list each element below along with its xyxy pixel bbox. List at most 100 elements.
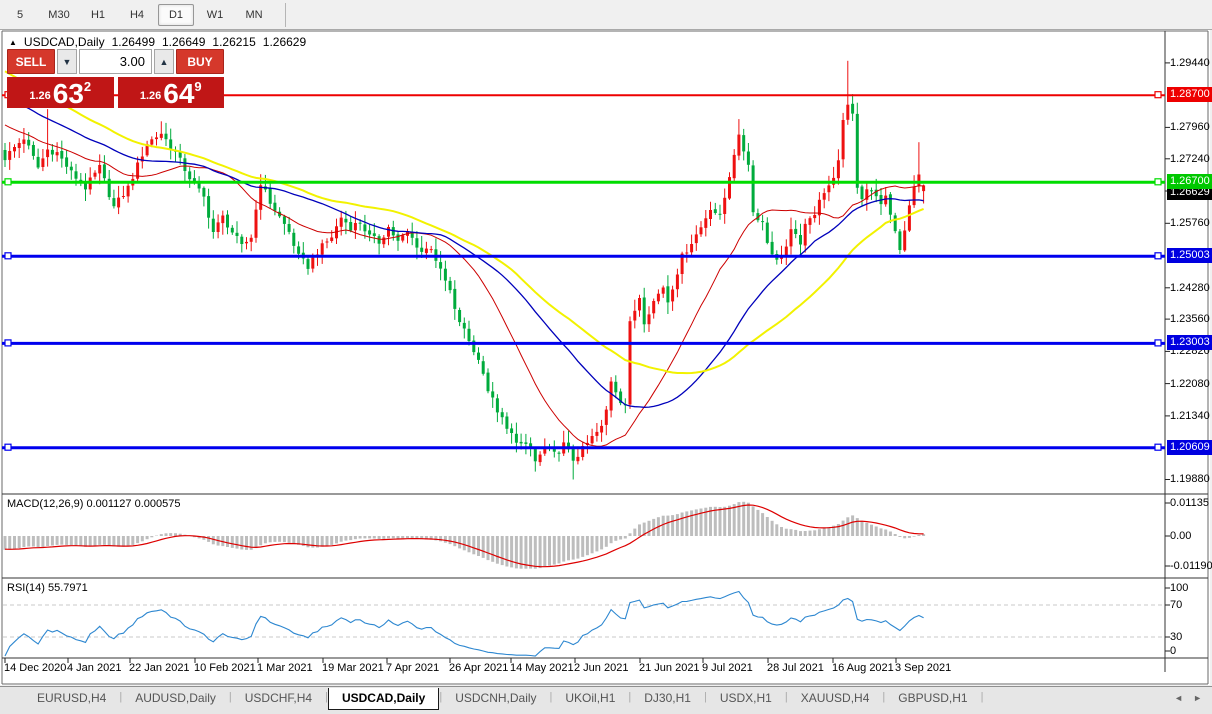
- candle: [619, 389, 622, 406]
- date-tick-label: 10 Feb 2021: [194, 662, 256, 674]
- macd-indicator-label: MACD(12,26,9) 0.001127 0.000575: [7, 498, 180, 510]
- candle: [676, 269, 679, 298]
- candle: [250, 235, 253, 252]
- tab-scroll-right-icon[interactable]: ►: [1193, 693, 1202, 703]
- tab-usdcnh-daily[interactable]: USDCNH,Daily: [442, 688, 549, 709]
- volume-down-button[interactable]: ▼: [57, 49, 77, 74]
- candle: [723, 189, 726, 224]
- candle: [255, 200, 258, 243]
- candle: [155, 132, 158, 146]
- tab-xauusd-h4[interactable]: XAUUSD,H4: [788, 688, 883, 709]
- candle: [245, 237, 248, 249]
- timeframe-button-mn[interactable]: MN: [236, 4, 272, 26]
- candle: [165, 123, 168, 146]
- candle: [136, 157, 139, 183]
- candle: [141, 147, 144, 169]
- candle: [756, 209, 759, 223]
- line-handle: [1155, 253, 1161, 259]
- candle: [823, 188, 826, 208]
- candle: [174, 146, 177, 162]
- date-tick-label: 22 Jan 2021: [129, 662, 190, 674]
- sell-price-display[interactable]: 1.26 63 2: [7, 77, 114, 108]
- rsi-line: [5, 592, 924, 657]
- tab-eurusd-h4[interactable]: EURUSD,H4: [24, 688, 119, 709]
- candle: [633, 300, 636, 329]
- window-borders: [2, 31, 1208, 684]
- tab-ukoil-h1[interactable]: UKOil,H1: [552, 688, 628, 709]
- date-tick-label: 14 Dec 2020: [4, 662, 66, 674]
- date-tick-label: 3 Sep 2021: [895, 662, 951, 674]
- tab-usdcad-daily[interactable]: USDCAD,Daily: [328, 688, 439, 710]
- timeframe-button-m30[interactable]: M30: [41, 4, 77, 26]
- macd-histogram: [5, 502, 924, 569]
- timeframe-button-w1[interactable]: W1: [197, 4, 233, 26]
- candle: [226, 210, 229, 234]
- candle: [894, 213, 897, 234]
- date-tick-label: 4 Jan 2021: [67, 662, 121, 674]
- tab-audusd-daily[interactable]: AUDUSD,Daily: [122, 688, 229, 709]
- timeframe-button-h4[interactable]: H4: [119, 4, 155, 26]
- candle: [183, 154, 186, 182]
- sell-button[interactable]: SELL: [7, 49, 55, 74]
- toolbar-separator: [285, 3, 286, 27]
- candle: [524, 434, 527, 454]
- buy-button[interactable]: BUY: [176, 49, 224, 74]
- candle: [236, 221, 239, 243]
- candle: [539, 451, 542, 466]
- volume-input[interactable]: [79, 49, 152, 74]
- candle: [179, 144, 182, 165]
- horizontal-line-1.23003[interactable]: [2, 340, 1165, 346]
- candle: [913, 175, 916, 208]
- candle: [56, 142, 59, 161]
- candle: [302, 242, 305, 264]
- rsi-axis-label: 70: [1170, 599, 1182, 611]
- candle: [127, 183, 130, 203]
- buy-price-display[interactable]: 1.26 64 9: [118, 77, 225, 108]
- horizontal-line-1.25003[interactable]: [2, 253, 1165, 259]
- tab-dj30-h1[interactable]: DJ30,H1: [631, 688, 704, 709]
- candle: [652, 299, 655, 319]
- candle: [851, 94, 854, 121]
- timeframe-button-d1[interactable]: D1: [158, 4, 194, 26]
- tab-usdchf-h4[interactable]: USDCHF,H4: [232, 688, 325, 709]
- sell-price-point: 2: [84, 79, 91, 94]
- candle: [65, 150, 68, 174]
- collapse-icon[interactable]: ▲: [9, 38, 17, 47]
- candle: [700, 221, 703, 237]
- volume-up-button[interactable]: ▲: [154, 49, 174, 74]
- candle: [837, 149, 840, 184]
- candle: [614, 375, 617, 398]
- candle: [638, 295, 641, 317]
- candle: [430, 246, 433, 253]
- candle: [785, 239, 788, 265]
- candle: [349, 216, 352, 232]
- candle: [207, 189, 210, 229]
- tab-scroll-left-icon[interactable]: ◄: [1174, 693, 1183, 703]
- candle: [771, 232, 774, 256]
- candle: [387, 225, 390, 246]
- timeframe-button-5[interactable]: 5: [2, 4, 38, 26]
- horizontal-line-1.26700[interactable]: [2, 179, 1165, 185]
- candle: [22, 128, 25, 153]
- timeframe-button-h1[interactable]: H1: [80, 4, 116, 26]
- date-tick-label: 1 Mar 2021: [257, 662, 313, 674]
- candle: [434, 238, 437, 268]
- candle: [212, 210, 215, 239]
- candle: [397, 232, 400, 251]
- tab-gbpusd-h1[interactable]: GBPUSD,H1: [885, 688, 980, 709]
- candle: [733, 149, 736, 182]
- candle: [567, 431, 570, 453]
- candle: [884, 187, 887, 207]
- candle: [813, 206, 816, 222]
- candle: [37, 149, 40, 170]
- tab-usdx-h1[interactable]: USDX,H1: [707, 688, 785, 709]
- rsi-indicator-label: RSI(14) 55.7971: [7, 582, 88, 594]
- candle: [330, 230, 333, 243]
- candle: [98, 154, 101, 184]
- date-tick-label: 21 Jun 2021: [639, 662, 700, 674]
- candle: [449, 277, 452, 294]
- candle: [382, 235, 385, 248]
- candle: [188, 167, 191, 188]
- candles-layer: [4, 61, 926, 480]
- candle: [368, 224, 371, 241]
